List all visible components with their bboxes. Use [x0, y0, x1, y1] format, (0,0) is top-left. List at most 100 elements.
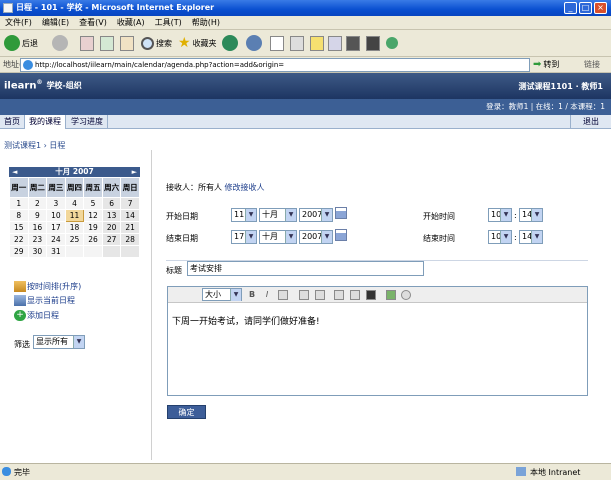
tab-home[interactable]: 首页 — [0, 115, 25, 129]
minimize-button[interactable]: _ — [564, 2, 577, 14]
messenger-button[interactable] — [346, 34, 360, 52]
start-hour-select[interactable]: 10 ▼ — [488, 208, 512, 222]
start-month-select[interactable]: 十月 ▼ — [259, 208, 297, 222]
unordered-list-icon[interactable] — [315, 290, 325, 300]
add-event-link[interactable]: + 添加日程 — [14, 310, 59, 321]
back-button[interactable]: 后退 — [4, 34, 38, 52]
links-button[interactable]: 链接 — [584, 59, 600, 70]
calendar-day[interactable]: 8 — [9, 209, 29, 222]
calendar-day[interactable]: 14 — [120, 209, 140, 222]
calendar-day[interactable]: 29 — [9, 245, 29, 258]
italic-button[interactable]: I — [262, 289, 272, 301]
editor-content[interactable]: 下周一开始考试，请同学们做好准备! — [172, 314, 320, 327]
calendar-day[interactable]: 31 — [46, 245, 66, 258]
calendar-day[interactable]: 6 — [101, 197, 122, 210]
calendar-day[interactable]: 3 — [46, 197, 66, 210]
calendar-day[interactable]: 13 — [101, 209, 122, 222]
sort-by-time-link[interactable]: 按时间排(升序) — [14, 281, 81, 292]
edit-recipients-link[interactable]: 修改接收人 — [225, 183, 265, 192]
end-day-select[interactable]: 17 ▼ — [231, 230, 257, 244]
ordered-list-icon[interactable] — [299, 290, 309, 300]
history-button[interactable] — [246, 34, 262, 52]
menu-edit[interactable]: 编辑(E) — [37, 16, 74, 30]
tab-my-courses[interactable]: 我的课程 — [25, 115, 66, 129]
menu-tools[interactable]: 工具(T) — [150, 16, 187, 30]
calendar-day[interactable]: 2 — [27, 197, 48, 210]
end-year-select[interactable]: 2007 ▼ — [299, 230, 333, 244]
calendar-day[interactable]: 21 — [120, 221, 140, 234]
home-button[interactable] — [120, 34, 134, 52]
calendar-day[interactable]: 27 — [101, 233, 122, 246]
edit-button[interactable] — [310, 34, 324, 52]
calendar-day[interactable]: 15 — [9, 221, 29, 234]
table-icon[interactable] — [366, 290, 376, 300]
calendar-day[interactable]: 7 — [120, 197, 140, 210]
go-button[interactable]: ➡ 转到 — [533, 58, 559, 72]
calendar-day[interactable]: 30 — [27, 245, 48, 258]
submit-button[interactable]: 确定 — [167, 405, 206, 419]
date-picker-icon[interactable] — [335, 207, 347, 219]
calendar-day[interactable]: 17 — [46, 221, 66, 234]
forward-button[interactable] — [52, 34, 68, 52]
calendar-day[interactable]: 1 — [9, 197, 29, 210]
breadcrumb[interactable]: 测试课程1 › 日程 — [4, 140, 65, 151]
refresh-button[interactable] — [100, 34, 114, 52]
calendar-day[interactable]: 26 — [83, 233, 103, 246]
menu-view[interactable]: 查看(V) — [74, 16, 112, 30]
contacts-button[interactable] — [386, 34, 398, 52]
end-month-select[interactable]: 十月 ▼ — [259, 230, 297, 244]
calendar-day[interactable]: 22 — [9, 233, 29, 246]
start-year-select[interactable]: 2007 ▼ — [299, 208, 333, 222]
maximize-button[interactable]: □ — [579, 2, 592, 14]
print-button[interactable] — [290, 34, 304, 52]
font-size-select[interactable]: 大小 ▼ — [202, 288, 242, 301]
image-icon[interactable] — [350, 290, 360, 300]
chevron-down-icon: ▼ — [321, 231, 332, 243]
search-button[interactable]: 搜索 — [141, 34, 172, 52]
start-day-select[interactable]: 11 ▼ — [231, 208, 257, 222]
calendar-day[interactable]: 10 — [46, 209, 66, 222]
start-minute-select[interactable]: 14 ▼ — [519, 208, 543, 222]
menu-help[interactable]: 帮助(H) — [187, 16, 225, 30]
stop-button[interactable] — [80, 34, 94, 52]
address-input[interactable]: http://localhost/iilearn/main/calendar/a… — [20, 58, 530, 72]
media-icon[interactable] — [386, 290, 396, 300]
text-color-icon[interactable] — [278, 290, 288, 300]
media-button[interactable] — [222, 34, 238, 52]
calendar-day[interactable]: 18 — [64, 221, 85, 234]
calendar-day[interactable]: 11 — [64, 209, 85, 222]
menu-favorites[interactable]: 收藏(A) — [112, 16, 150, 30]
site-logo[interactable]: ilearn® 学校-组织 — [4, 79, 82, 91]
bold-button[interactable]: B — [247, 289, 257, 301]
tab-progress[interactable]: 学习进度 — [67, 115, 108, 129]
calendar-day[interactable]: 25 — [64, 233, 85, 246]
discuss-button[interactable] — [328, 34, 342, 52]
show-today-link[interactable]: 显示当前日程 — [14, 295, 75, 306]
calendar-day[interactable]: 24 — [46, 233, 66, 246]
favorites-button[interactable]: ★ 收藏夹 — [178, 34, 217, 52]
end-hour-select[interactable]: 10 ▼ — [488, 230, 512, 244]
calendar-day[interactable]: 16 — [27, 221, 48, 234]
rich-text-editor[interactable]: 大小 ▼ B I 下周一开始考试，请同学们做好准备! — [167, 286, 588, 396]
logout-link[interactable]: 退出 — [570, 115, 611, 129]
prev-month-icon[interactable]: ◄ — [12, 167, 17, 177]
end-minute-select[interactable]: 14 ▼ — [519, 230, 543, 244]
source-icon[interactable] — [401, 290, 411, 300]
close-button[interactable]: × — [594, 2, 607, 14]
title-input[interactable]: 考试安排 — [187, 261, 424, 276]
calendar-day[interactable]: 5 — [83, 197, 103, 210]
mail-button[interactable] — [270, 34, 284, 52]
filter-select[interactable]: 显示所有 ▼ — [33, 335, 85, 349]
calendar-day[interactable]: 12 — [83, 209, 103, 222]
calendar-day[interactable]: 9 — [27, 209, 48, 222]
calendar-day[interactable]: 19 — [83, 221, 103, 234]
link-icon[interactable] — [334, 290, 344, 300]
calendar-day[interactable]: 20 — [101, 221, 122, 234]
next-month-icon[interactable]: ► — [132, 167, 137, 177]
menu-file[interactable]: 文件(F) — [0, 16, 37, 30]
date-picker-icon[interactable] — [335, 229, 347, 241]
calendar-day[interactable]: 4 — [64, 197, 85, 210]
research-button[interactable] — [366, 34, 380, 52]
calendar-day[interactable]: 28 — [120, 233, 140, 246]
calendar-day[interactable]: 23 — [27, 233, 48, 246]
